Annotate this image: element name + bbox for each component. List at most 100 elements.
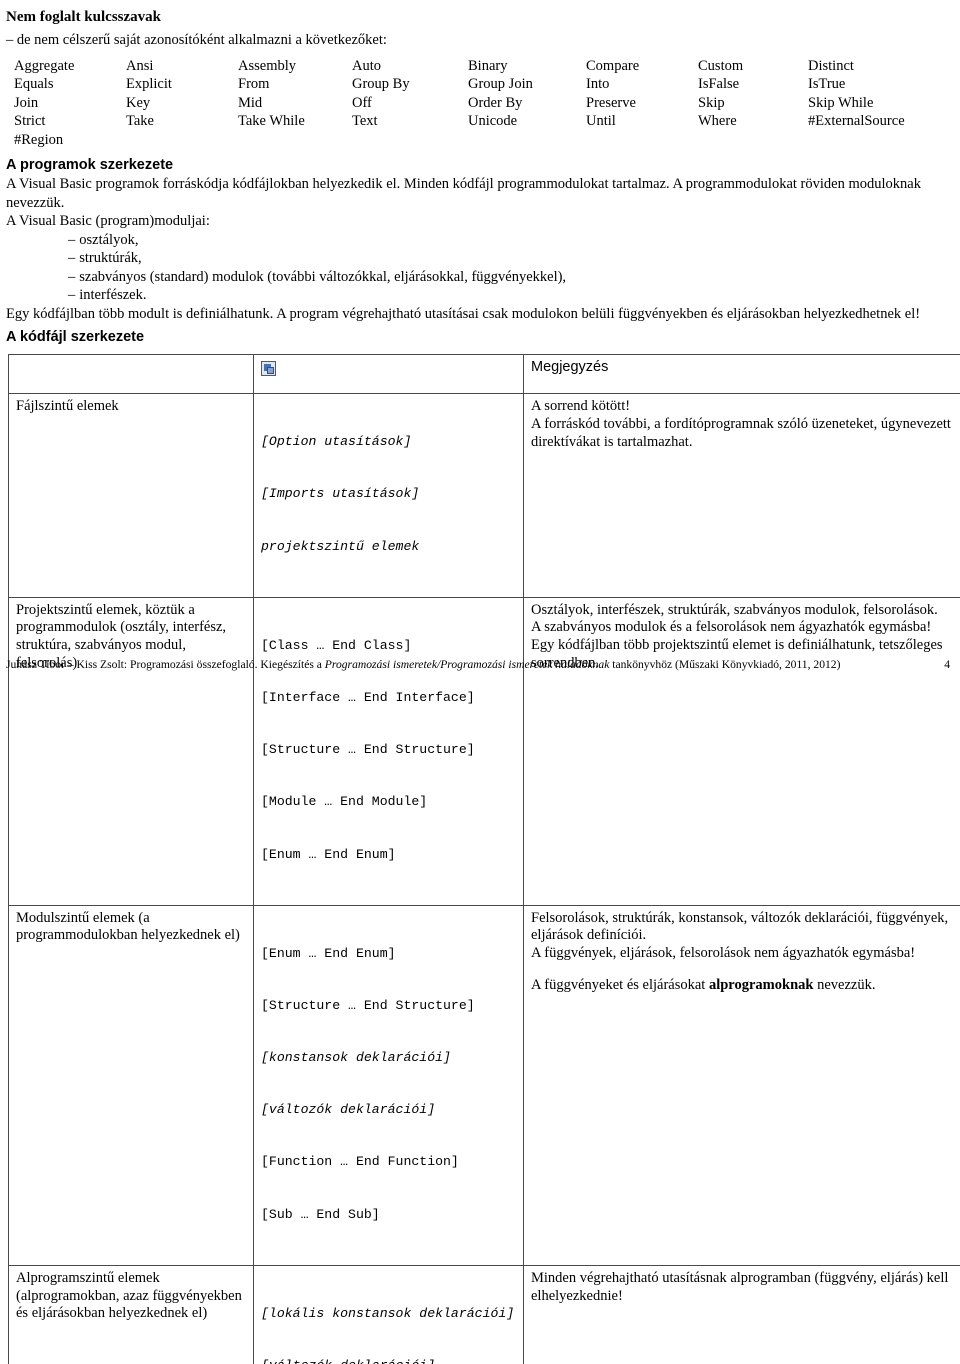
table-head: Megjegyzés <box>9 355 960 394</box>
keyword-cell: Explicit <box>126 75 238 93</box>
vb-object-icon <box>261 361 276 376</box>
keyword-cell: Skip While <box>808 94 958 112</box>
code-line: [Option utasítások] <box>261 433 516 450</box>
table-body: Fájlszintű elemek [Option utasítások] [I… <box>9 394 960 1364</box>
code-line: [Function … End Function] <box>261 1153 516 1170</box>
note-line: A szabványos modulok és a felsorolások n… <box>531 619 960 637</box>
keyword-cell: Mid <box>238 94 352 112</box>
code-line: [változók deklarációi] <box>261 1101 516 1118</box>
code-structure-table: Megjegyzés Fájlszintű elemek [Option uta… <box>8 354 960 1364</box>
dash-marker: – <box>68 232 75 248</box>
keyword-cell: #ExternalSource <box>808 112 958 130</box>
note-line-emphasis: A függvényeket és eljárásokat alprogramo… <box>531 977 960 995</box>
table-row: Fájlszintű elemek [Option utasítások] [I… <box>9 394 960 597</box>
list-item: –szabványos (standard) modulok (további … <box>6 268 954 287</box>
cell-level: Projektszintű elemek, köztük a programmo… <box>9 597 254 905</box>
keyword-cell: Strict <box>14 112 126 130</box>
page-number: 4 <box>944 657 954 672</box>
keyword-cell: Text <box>352 112 468 130</box>
footer-italic-title-2: Programozási ismeretek haladóknak <box>440 658 609 671</box>
note-line: A forráskód további, a fordítóprogramnak… <box>531 416 951 450</box>
dash-marker: – <box>68 269 75 285</box>
code-line: [Structure … End Structure] <box>261 741 516 758</box>
footer-text-before: Juhász Tibor – Kiss Zsolt: Programozási … <box>6 658 325 671</box>
keyword-cell: #Region <box>14 131 126 149</box>
keyword-cell: Auto <box>352 57 468 75</box>
keyword-cell: Group By <box>352 75 468 93</box>
keyword-cell: IsTrue <box>808 75 958 93</box>
code-line: [Class … End Class] <box>261 637 516 654</box>
keyword-cell: Take While <box>238 112 352 130</box>
keyword-cell: Group Join <box>468 75 586 93</box>
cell-notes: Minden végrehajtható utasításnak alprogr… <box>524 1265 960 1364</box>
programs-intro-2: A Visual Basic (program)moduljai: <box>6 212 954 231</box>
list-item-label: szabványos (standard) modulok (további v… <box>79 269 566 285</box>
list-item: –struktúrák, <box>6 249 954 268</box>
keyword-cell: Take <box>126 112 238 130</box>
table-row: Projektszintű elemek, köztük a programmo… <box>9 597 960 905</box>
list-item: –interfészek. <box>6 286 954 305</box>
table-header-row: Megjegyzés <box>9 355 960 394</box>
code-line: [Structure … End Structure] <box>261 997 516 1014</box>
cell-notes: Osztályok, interfészek, struktúrák, szab… <box>524 597 960 905</box>
footer-citation: Juhász Tibor – Kiss Zsolt: Programozási … <box>6 657 840 672</box>
keyword-grid: Aggregate Ansi Assembly Auto Binary Comp… <box>6 50 954 149</box>
note-line: Osztályok, interfészek, struktúrák, szab… <box>531 602 960 620</box>
footer-italic-title-1: Programozási ismeretek <box>325 658 437 671</box>
page-title: Nem foglalt kulcsszavak <box>6 8 954 27</box>
list-item-label: interfészek. <box>79 287 146 303</box>
code-line: [Sub … End Sub] <box>261 1206 516 1223</box>
module-kinds-list: –osztályok, –struktúrák, –szabványos (st… <box>6 231 954 305</box>
keyword-cell: Ansi <box>126 57 238 75</box>
keyword-cell: IsFalse <box>698 75 808 93</box>
subtitle-line: – de nem célszerű saját azonosítóként al… <box>6 27 954 50</box>
note-line: A függvények, eljárások, felsorolások ne… <box>531 945 960 963</box>
programs-intro-1: A Visual Basic programok forráskódja kód… <box>6 175 954 212</box>
cell-notes: Felsorolások, struktúrák, konstansok, vá… <box>524 905 960 1265</box>
code-line: [konstansok deklarációi] <box>261 1049 516 1066</box>
section-heading-codefile: A kódfájl szerkezete <box>6 328 954 347</box>
code-block: [Enum … End Enum] [Structure … End Struc… <box>261 910 516 1258</box>
cell-code: [Enum … End Enum] [Structure … End Struc… <box>254 905 524 1265</box>
cell-level: Modulszintű elemek (a programmodulokban … <box>9 905 254 1265</box>
keyword-cell: Skip <box>698 94 808 112</box>
code-block: [Option utasítások] [Imports utasítások]… <box>261 398 516 589</box>
cell-code: [Class … End Class] [Interface … End Int… <box>254 597 524 905</box>
cell-code: [Option utasítások] [Imports utasítások]… <box>254 394 524 597</box>
keyword-cell: Unicode <box>468 112 586 130</box>
code-line: [változók deklarációi] <box>261 1357 516 1364</box>
code-line: [lokális konstansok deklarációi] <box>261 1305 516 1322</box>
keyword-cell: Aggregate <box>14 57 126 75</box>
keyword-cell: Preserve <box>586 94 698 112</box>
table-row: Alprogramszintű elemek (alprogramokban, … <box>9 1265 960 1364</box>
cell-level: Alprogramszintű elemek (alprogramokban, … <box>9 1265 254 1364</box>
header-cell-level <box>9 355 254 394</box>
code-line: projektszintű elemek <box>261 538 516 555</box>
code-line: [Interface … End Interface] <box>261 689 516 706</box>
note-line: Felsorolások, struktúrák, konstansok, vá… <box>531 910 960 945</box>
keyword-cell: Into <box>586 75 698 93</box>
footer-text-after: tankönyvhöz (Műszaki Könyvkiadó, 2011, 2… <box>609 658 840 671</box>
keyword-cell: Equals <box>14 75 126 93</box>
keyword-cell: Join <box>14 94 126 112</box>
code-line: [Enum … End Enum] <box>261 846 516 863</box>
note-spacer <box>531 963 960 977</box>
note-bold-term: alprogramoknak <box>709 977 813 993</box>
document-page: Nem foglalt kulcsszavak – de nem célszer… <box>0 0 960 682</box>
table-row: Modulszintű elemek (a programmodulokban … <box>9 905 960 1265</box>
keyword-cell: Assembly <box>238 57 352 75</box>
keyword-cell: Until <box>586 112 698 130</box>
section-heading-programs: A programok szerkezete <box>6 156 954 175</box>
cell-notes: A sorrend kötött! A forráskód további, a… <box>524 394 960 597</box>
header-cell-notes: Megjegyzés <box>524 355 960 394</box>
dash-marker: – <box>68 250 75 266</box>
code-block: [lokális konstansok deklarációi] [változ… <box>261 1270 516 1364</box>
cell-level: Fájlszintű elemek <box>9 394 254 597</box>
list-item-label: osztályok, <box>79 232 138 248</box>
keyword-cell: Order By <box>468 94 586 112</box>
list-item-label: struktúrák, <box>79 250 141 266</box>
note-line: Minden végrehajtható utasításnak alprogr… <box>531 1270 960 1305</box>
keyword-cell: From <box>238 75 352 93</box>
code-structure-table-wrapper: Megjegyzés Fájlszintű elemek [Option uta… <box>6 347 954 1364</box>
code-line: [Imports utasítások] <box>261 485 516 502</box>
